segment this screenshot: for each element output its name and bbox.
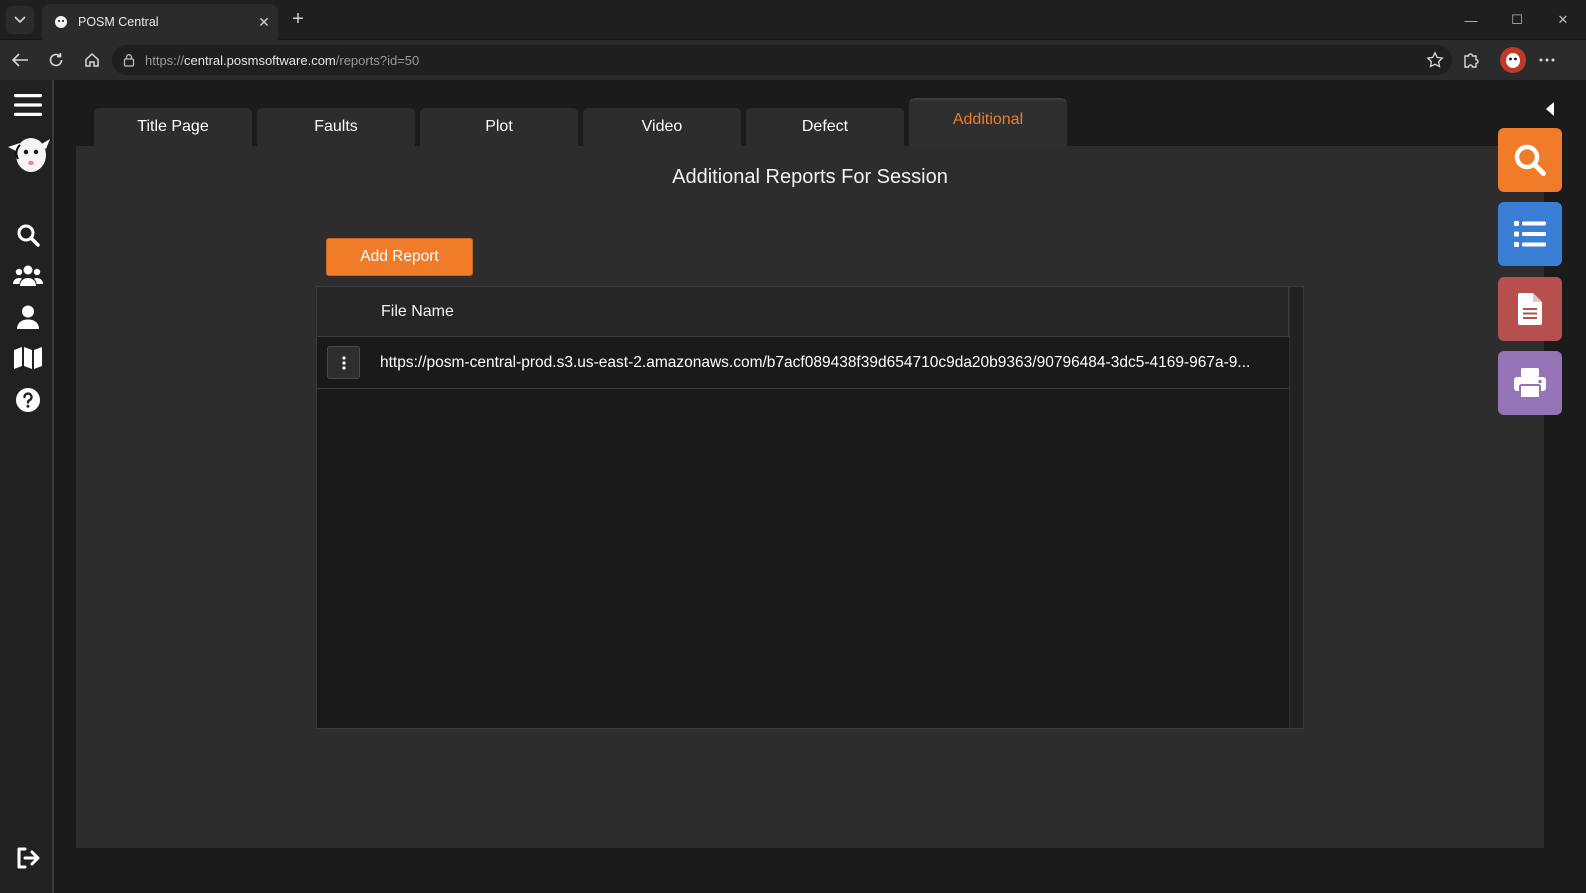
list-icon — [1514, 221, 1546, 247]
browser-menu-button[interactable] — [1535, 48, 1559, 72]
browser-tab-strip: POSM Central ✕ + — ☐ ✕ — [0, 0, 1586, 40]
url-text: https://central.posmsoftware.com/reports… — [145, 53, 419, 68]
url-path: /reports?id=50 — [335, 52, 420, 68]
printer-icon — [1514, 368, 1546, 398]
file-name-cell[interactable]: https://posm-central-prod.s3.us-east-2.a… — [380, 354, 1280, 372]
close-tab-icon[interactable]: ✕ — [250, 14, 278, 31]
window-close-button[interactable]: ✕ — [1540, 0, 1586, 40]
lock-icon — [123, 54, 135, 67]
minimize-button[interactable]: — — [1448, 0, 1494, 40]
menu-icon — [14, 94, 42, 116]
hamburger-menu-button[interactable] — [13, 90, 43, 120]
document-icon — [1518, 293, 1542, 325]
arrow-left-icon — [11, 53, 28, 67]
more-vertical-icon — [341, 355, 346, 370]
browser-tab-posm-central[interactable]: POSM Central ✕ — [42, 4, 278, 40]
tab-additional[interactable]: Additional — [909, 98, 1067, 146]
tab-faults[interactable]: Faults — [257, 106, 415, 146]
document-action-button[interactable] — [1498, 277, 1562, 341]
browser-tab-title: POSM Central — [78, 15, 159, 29]
posm-logo-icon — [8, 138, 50, 172]
puzzle-icon — [1464, 53, 1479, 68]
help-icon — [16, 388, 40, 412]
main-content: Title Page Faults Plot Video Defect Addi… — [56, 80, 1586, 893]
back-button[interactable] — [8, 48, 32, 72]
nav-map-button[interactable] — [13, 343, 43, 373]
search-action-button[interactable] — [1498, 128, 1562, 192]
column-header-file-name[interactable]: File Name — [381, 303, 454, 321]
table-header: File Name — [317, 287, 1289, 337]
list-action-button[interactable] — [1498, 202, 1562, 266]
reports-table: File Name https://posm-central-prod.s3.u… — [316, 286, 1304, 729]
extensions-button[interactable] — [1459, 48, 1483, 72]
additional-reports-panel: Additional Reports For Session Add Repor… — [76, 146, 1544, 848]
map-icon — [14, 347, 42, 369]
table-row[interactable]: https://posm-central-prod.s3.us-east-2.a… — [317, 338, 1289, 389]
favorite-star-icon[interactable] — [1426, 51, 1444, 69]
print-action-button[interactable] — [1498, 351, 1562, 415]
side-nav — [0, 80, 54, 893]
home-icon — [85, 52, 99, 67]
chevron-down-icon — [14, 16, 26, 24]
posm-profile-icon — [1506, 53, 1520, 68]
reload-button[interactable] — [44, 48, 68, 72]
logout-icon — [17, 847, 40, 869]
tab-title-page[interactable]: Title Page — [94, 106, 252, 146]
nav-account-button[interactable] — [13, 302, 43, 332]
posm-logo[interactable] — [6, 132, 52, 176]
address-bar[interactable]: https://central.posmsoftware.com/reports… — [112, 45, 1452, 75]
window-controls: — ☐ ✕ — [1448, 0, 1586, 40]
tab-list-button[interactable] — [6, 6, 34, 34]
tab-plot[interactable]: Plot — [420, 106, 578, 146]
url-host: central.posmsoftware.com — [184, 52, 336, 68]
posm-favicon-icon — [55, 16, 67, 28]
nav-search-button[interactable] — [13, 220, 43, 250]
collapse-panel-icon[interactable] — [1544, 102, 1556, 116]
user-icon — [17, 305, 39, 329]
maximize-button[interactable]: ☐ — [1494, 0, 1540, 40]
table-scrollbar[interactable] — [1289, 287, 1303, 728]
add-report-button[interactable]: Add Report — [326, 238, 473, 276]
browser-toolbar: https://central.posmsoftware.com/reports… — [0, 40, 1586, 80]
url-scheme: https:// — [145, 52, 185, 68]
new-tab-button[interactable]: + — [286, 8, 310, 32]
page-title: Additional Reports For Session — [672, 166, 948, 188]
logout-button[interactable] — [13, 843, 43, 873]
report-tabs: Title Page Faults Plot Video Defect Addi… — [94, 98, 1072, 146]
reload-icon — [49, 53, 63, 67]
profile-avatar[interactable] — [1500, 47, 1526, 73]
tab-video[interactable]: Video — [583, 106, 741, 146]
nav-users-button[interactable] — [13, 260, 43, 290]
search-icon — [17, 224, 40, 247]
more-horizontal-icon — [1539, 58, 1555, 62]
nav-help-button[interactable] — [13, 385, 43, 415]
home-button[interactable] — [80, 48, 104, 72]
users-icon — [13, 265, 43, 286]
row-actions-button[interactable] — [327, 346, 360, 379]
search-icon — [1514, 144, 1546, 176]
tab-defect[interactable]: Defect — [746, 106, 904, 146]
